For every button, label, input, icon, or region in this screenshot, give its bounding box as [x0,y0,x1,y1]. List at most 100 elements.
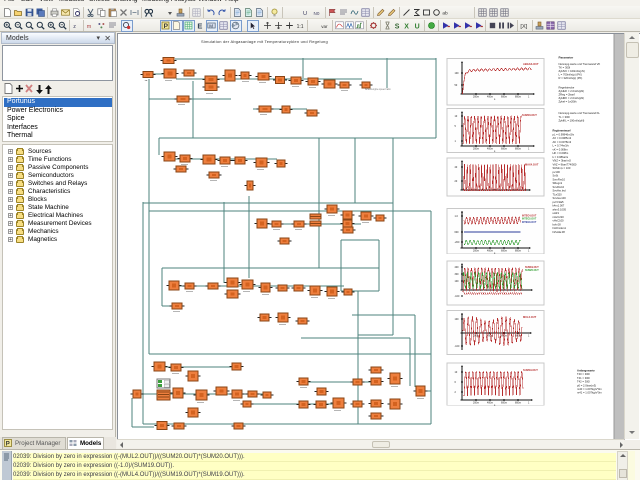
svg-text:k4m1.007: k4m1.007 [553,204,565,208]
svg-text:200m: 200m [473,95,479,98]
svg-text:100: 100 [455,72,460,75]
svg-text:Zykel = 1e20l/s: Zykel = 1e20l/s [559,100,578,104]
svg-text:MUL2.OUT: MUL2.OUT [523,315,537,319]
svg-text:800m: 800m [515,401,521,404]
svg-text:R = 320ml/s(p) (PK): R = 320ml/s(p) (PK) [559,76,583,80]
svg-text:ABGAS.OUT: ABGAS.OUT [523,62,539,66]
svg-text:Nennspg.werte und Trennwand KL: Nennspg.werte und Trennwand KL [559,111,601,115]
svg-text:SvmRm10: SvmRm10 [553,177,566,181]
svg-text:m: m [87,24,92,30]
svg-text:nHvC220: nHvC220 [553,215,565,219]
svg-text:X: X [404,23,409,30]
svg-text:var: var [321,24,328,29]
svg-text:I/HOmilen1: I/HOmilen1 [553,226,567,230]
svg-text:SUMm,k = 100: SUMm,k = 100 [553,166,571,170]
svg-text:MAX4.OUT: MAX4.OUT [525,163,539,167]
svg-text:800m: 800m [515,249,521,252]
svg-text:SUM16.OUT: SUM16.OUT [522,113,537,117]
svg-text:600m: 600m [501,249,507,252]
svg-text:z: z [73,24,76,30]
svg-text:200m: 200m [473,147,479,150]
svg-text:TL = 300l: TL = 300l [559,115,571,119]
svg-text:AX = 0.0085m3: AX = 0.0085m3 [553,136,572,140]
svg-text:L = 0.7/4m3/s: L = 0.7/4m3/s [553,144,570,148]
svg-text:ZReg = 2bar/l: ZReg = 2bar/l [559,93,576,97]
svg-text:pv100: pv100 [553,170,561,174]
svg-text:Reglerentwurf: Reglerentwurf [553,129,571,133]
svg-text:Anfangswerte: Anfangswerte [577,369,595,373]
svg-text:U: U [415,23,420,30]
svg-text:400m: 400m [487,401,493,404]
svg-text:pvr3.9la5: pvr3.9la5 [553,200,565,204]
svg-text:S: S [395,23,400,30]
svg-text:Regelstrecke: Regelstrecke [559,85,575,89]
svg-text:E: E [197,21,202,30]
svg-text:-100: -100 [455,345,460,348]
svg-text:-100: -100 [455,295,460,298]
svg-text:400m: 400m [487,95,493,98]
svg-text:VAZ = 9bar/774/500: VAZ = 9bar/774/500 [553,162,577,166]
svg-text:SvvGa.100: SvvGa.100 [553,196,567,200]
svg-text:SvSt: SvSt [553,174,559,178]
svg-text:I/ZvHla.08: I/ZvHla.08 [553,230,566,234]
svg-text:m40 = 1.007kg/s*0m: m40 = 1.007kg/s*0m [577,387,602,391]
svg-text:400m: 400m [487,249,493,252]
svg-text:SUM19.OUT: SUM19.OUT [523,368,538,372]
svg-text:M: M [209,23,213,28]
svg-text:vK = 0.008m: vK = 0.008m [553,147,569,151]
svg-text:ZyklKL = 100ml/s(pN): ZyklKL = 100ml/s(pN) [559,118,585,122]
svg-text:800m: 800m [515,147,521,150]
svg-text:wheel/engine speed ratio: wheel/engine speed ratio [365,88,391,91]
svg-text:SRegml: SRegml [553,181,563,185]
svg-text:200m: 200m [473,249,479,252]
svg-text:-200: -200 [455,241,460,244]
svg-text:Parameter: Parameter [559,56,575,60]
svg-text:T42 = 300l: T42 = 300l [577,380,590,384]
svg-text:INTEG6.OUT: INTEG6.OUT [522,221,537,224]
svg-text:U: U [303,11,307,17]
svg-text:100: 100 [455,318,460,321]
svg-text:T40 = 300l: T40 = 300l [577,372,590,376]
svg-text:ZyklHK = 2.0ml/s(pN): ZyklHK = 2.0ml/s(pN) [559,89,585,93]
svg-text:T41 = 300l: T41 = 300l [577,376,590,380]
svg-text:P: P [6,442,10,447]
svg-text:uHZ1: uHZ1 [553,211,560,215]
svg-text:ab: ab [442,11,448,17]
svg-text:Nennspg.werte und Trennwand VK: Nennspg.werte und Trennwand VK [559,62,601,66]
svg-text:1:1: 1:1 [297,24,304,30]
svg-text:200m: 200m [473,401,479,404]
svg-text:600m: 600m [501,401,507,404]
svg-text:vHvC100: vHvC100 [553,219,565,223]
svg-text:N0: N0 [314,11,320,16]
svg-text:~: ~ [145,79,148,85]
svg-text:600m: 600m [501,95,507,98]
svg-text:k = 0.08bar/s: k = 0.08bar/s [553,155,569,159]
svg-text:600: 600 [455,231,460,234]
svg-text:SUM20.OUT: SUM20.OUT [525,269,539,272]
svg-text:ahm3.1005: ahm3.1005 [553,207,567,211]
svg-text:600m: 600m [501,147,507,150]
svg-text:pL = 0.99946m3/s: pL = 0.99946m3/s [553,132,575,136]
svg-text:400: 400 [455,266,460,269]
svg-text:300: 300 [455,273,460,276]
svg-text:SvvHm.led: SvvHm.led [553,189,566,193]
svg-text:P: P [164,23,169,30]
svg-text:VNZ = 3bar/m3: VNZ = 3bar/m3 [553,159,572,163]
svg-text:m41 = 1.007kg/s*0m: m41 = 1.007kg/s*0m [577,391,602,395]
svg-text:ZyklVK = 100ml/s(pN): ZyklVK = 100ml/s(pN) [559,69,585,73]
svg-text:600m: 600m [501,334,507,337]
svg-text:800m: 800m [515,95,521,98]
svg-text:ZyklRK = 2.0ml/s(pN): ZyklRK = 2.0ml/s(pN) [559,96,585,100]
svg-text:100: 100 [455,280,460,283]
svg-text:Simulation der Abgasanlage mit: Simulation der Abgasanlage mit Temperatu… [201,39,328,44]
svg-text:TK = 300l: TK = 300l [559,66,571,70]
svg-text:[X]: [X] [520,24,527,30]
svg-text:AK = 0.0078m3: AK = 0.0078m3 [553,140,572,144]
svg-text:p0 = 2.0bar(m3): p0 = 2.0bar(m3) [577,383,596,387]
svg-text:SvvRm10: SvvRm10 [553,185,565,189]
svg-text:bvb.08: bvb.08 [553,222,562,226]
svg-text:L = 700ml/s(p) (PK): L = 700ml/s(p) (PK) [559,73,582,77]
svg-text:TLe320: TLe320 [553,192,563,196]
svg-text:400m: 400m [487,147,493,150]
svg-text:HK = 0.008m: HK = 0.008m [553,151,570,155]
